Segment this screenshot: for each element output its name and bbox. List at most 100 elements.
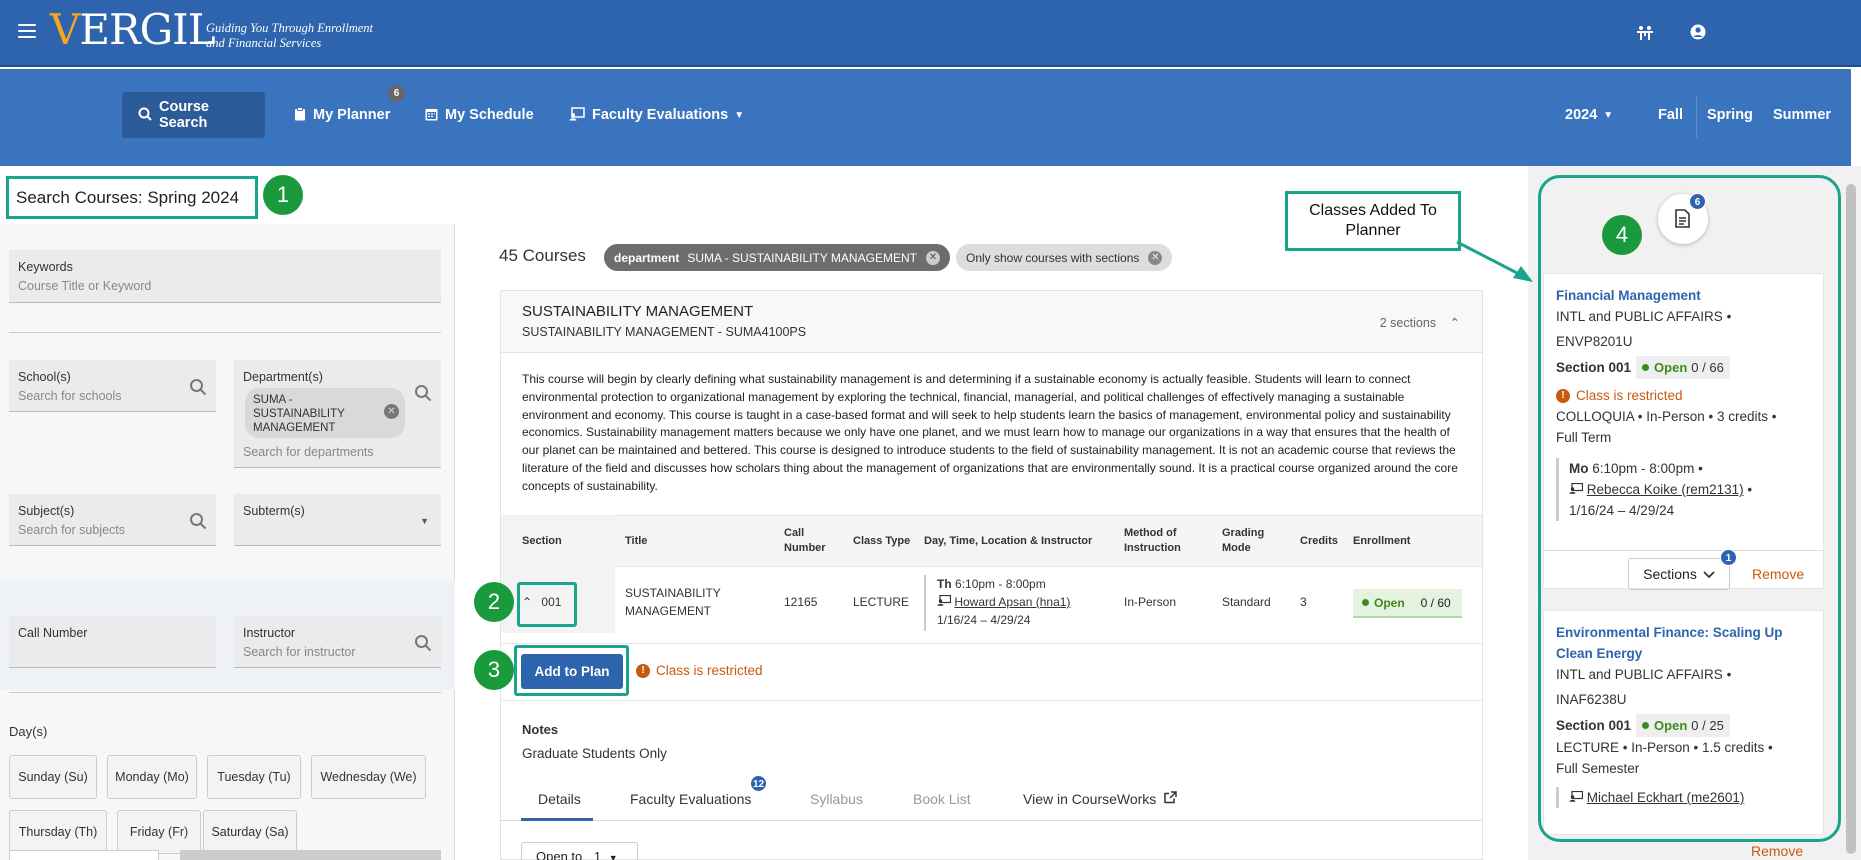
col-enrollment: Enrollment bbox=[1353, 535, 1411, 547]
subjects-label: Subject(s) bbox=[18, 504, 75, 518]
term-fall[interactable]: Fall bbox=[1658, 107, 1683, 123]
open-to-select[interactable]: Open to 1 ▼ bbox=[521, 842, 638, 860]
course-tabs: Details Faculty Evaluations 12 Syllabus … bbox=[501, 775, 1482, 821]
section-title: SUSTAINABILITY MANAGEMENT bbox=[625, 586, 721, 618]
section-day: Th bbox=[937, 577, 952, 591]
department-chip-label: SUMA - SUSTAINABILITY MANAGEMENT bbox=[253, 394, 345, 434]
keywords-placeholder: Course Title or Keyword bbox=[18, 279, 152, 293]
col-class-type: Class Type bbox=[853, 535, 911, 547]
course-description: This course will begin by clearly defini… bbox=[522, 372, 1458, 493]
planner-callout: Classes Added To Planner bbox=[1285, 191, 1461, 251]
day-tuesday[interactable]: Tuesday (Tu) bbox=[207, 755, 301, 799]
hamburger-icon[interactable] bbox=[18, 24, 36, 38]
evaluation-icon bbox=[569, 106, 585, 124]
instructor-field[interactable]: Instructor Search for instructor bbox=[234, 616, 441, 668]
planner-highlight-box bbox=[1538, 175, 1841, 842]
scrollbar-thumb[interactable] bbox=[1846, 184, 1856, 854]
step-1-marker: 1 bbox=[263, 175, 303, 215]
callout-arrow bbox=[1456, 240, 1533, 282]
remove-chip-icon[interactable]: ✕ bbox=[384, 404, 399, 419]
step-2-marker: 2 bbox=[474, 582, 514, 622]
status-label: Open bbox=[1374, 595, 1405, 610]
department-chip: SUMA - SUSTAINABILITY MANAGEMENT ✕ bbox=[245, 388, 405, 438]
tab-book-list[interactable]: Book List bbox=[913, 791, 971, 807]
chevron-down-icon: ▼ bbox=[1603, 109, 1614, 121]
search-icon[interactable] bbox=[414, 634, 432, 657]
nav-my-planner[interactable]: My Planner bbox=[278, 92, 406, 138]
section-instructor-link[interactable]: Howard Apsan (hna1) bbox=[954, 595, 1070, 609]
col-method: Method of Instruction bbox=[1124, 527, 1181, 554]
remove-chip-icon[interactable]: ✕ bbox=[925, 250, 940, 265]
term-spring[interactable]: Spring bbox=[1707, 107, 1753, 123]
instructor-label: Instructor bbox=[243, 626, 296, 640]
tagline-line-2: and Financial Services bbox=[206, 36, 322, 50]
logo-text: VERGIL bbox=[50, 4, 216, 54]
search-button[interactable] bbox=[180, 850, 441, 860]
tab-syllabus[interactable]: Syllabus bbox=[810, 791, 863, 807]
day-thursday[interactable]: Thursday (Th) bbox=[9, 810, 107, 854]
tab-faculty-evaluations[interactable]: Faculty Evaluations bbox=[630, 791, 751, 807]
sections-filter-chip: Only show courses with sections ✕ bbox=[956, 244, 1173, 271]
subjects-field[interactable]: Subject(s) Search for subjects bbox=[9, 494, 216, 546]
day-friday[interactable]: Friday (Fr) bbox=[117, 810, 201, 854]
subterm-select[interactable]: Subterm(s) ▼ bbox=[234, 494, 441, 546]
keywords-field[interactable]: Keywords Course Title or Keyword bbox=[9, 250, 441, 303]
instructor-placeholder: Search for instructor bbox=[243, 645, 356, 659]
planner-count-badge: 6 bbox=[388, 85, 405, 102]
chevron-down-icon: ▼ bbox=[734, 109, 745, 121]
course-header[interactable]: SUSTAINABILITY MANAGEMENT SUSTAINABILITY… bbox=[501, 291, 1482, 353]
year-label: 2024 bbox=[1565, 107, 1598, 123]
col-day-time: Day, Time, Location & Instructor bbox=[924, 535, 1093, 547]
step-3-marker: 3 bbox=[474, 650, 514, 690]
subjects-placeholder: Search for subjects bbox=[18, 523, 125, 537]
section-time: 6:10pm - 8:00pm bbox=[955, 577, 1046, 591]
col-section: Section bbox=[522, 535, 562, 547]
nav-course-search[interactable]: Course Search bbox=[122, 92, 265, 138]
search-icon bbox=[138, 107, 152, 124]
enrollment-status: Open 0 / 60 bbox=[1353, 589, 1462, 618]
nav-bar: Course Search My Planner 6 My Schedule F… bbox=[0, 69, 1851, 166]
clear-button[interactable] bbox=[9, 850, 159, 860]
clipboard-icon bbox=[294, 106, 306, 124]
top-bar: VERGIL Guiding You Through Enrollment an… bbox=[0, 0, 1861, 67]
section-grading: Standard bbox=[1222, 595, 1271, 609]
col-grading: Grading Mode bbox=[1222, 527, 1265, 554]
chip-sections-label: Only show courses with sections bbox=[966, 250, 1140, 265]
nav-faculty-evaluations[interactable]: Faculty Evaluations ▼ bbox=[553, 92, 760, 138]
accessibility-icon[interactable] bbox=[1636, 24, 1654, 42]
day-wednesday[interactable]: Wednesday (We) bbox=[311, 755, 426, 799]
day-sunday[interactable]: Sunday (Su) bbox=[9, 755, 97, 799]
call-number-label: Call Number bbox=[18, 626, 88, 640]
notes-label: Notes bbox=[522, 722, 559, 737]
year-selector[interactable]: 2024 ▼ bbox=[1549, 92, 1629, 138]
col-credits: Credits bbox=[1300, 535, 1338, 547]
call-number-field[interactable]: Call Number bbox=[9, 616, 216, 668]
department-label: Department(s) bbox=[243, 370, 323, 384]
chip-key: department bbox=[614, 250, 680, 265]
tab-details[interactable]: Details bbox=[538, 791, 581, 807]
subterm-label: Subterm(s) bbox=[243, 504, 305, 518]
row-divider bbox=[501, 643, 1482, 644]
schools-field[interactable]: School(s) Search for schools bbox=[9, 360, 216, 412]
user-icon[interactable] bbox=[1689, 24, 1707, 42]
vergil-logo[interactable]: VERGIL bbox=[50, 4, 216, 54]
tab-view-in-courseworks[interactable]: View in CourseWorks bbox=[1023, 791, 1177, 807]
page-title: Search Courses: Spring 2024 bbox=[6, 176, 258, 219]
search-icon[interactable] bbox=[189, 512, 207, 535]
remove-link[interactable]: Remove bbox=[1751, 843, 1803, 859]
search-icon[interactable] bbox=[189, 378, 207, 401]
schools-placeholder: Search for schools bbox=[18, 389, 122, 403]
remove-chip-icon[interactable]: ✕ bbox=[1148, 250, 1163, 265]
term-summer[interactable]: Summer bbox=[1773, 107, 1831, 123]
nav-my-schedule[interactable]: My Schedule bbox=[409, 92, 550, 138]
day-saturday[interactable]: Saturday (Sa) bbox=[203, 810, 297, 854]
sections-toggle[interactable]: 2 sections ⌃ bbox=[1380, 315, 1460, 330]
external-link-icon bbox=[1164, 791, 1177, 807]
nav-faculty-evaluations-label: Faculty Evaluations bbox=[592, 107, 729, 123]
days-label: Day(s) bbox=[9, 724, 48, 739]
status-dot bbox=[1362, 599, 1369, 606]
department-placeholder: Search for departments bbox=[243, 445, 374, 459]
day-monday[interactable]: Monday (Mo) bbox=[107, 755, 197, 799]
search-icon[interactable] bbox=[414, 384, 432, 407]
course-subtitle: SUSTAINABILITY MANAGEMENT - SUMA4100PS bbox=[522, 325, 807, 339]
